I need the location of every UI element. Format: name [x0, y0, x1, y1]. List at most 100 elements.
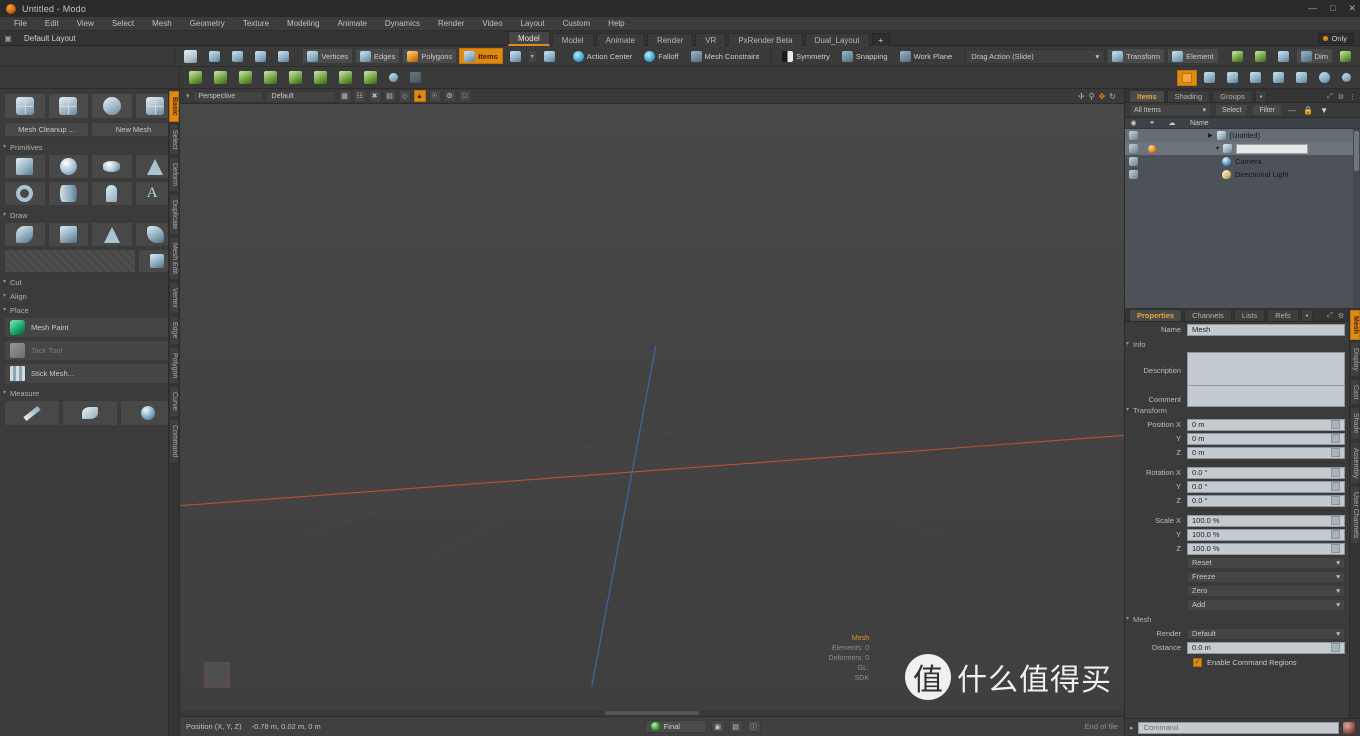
- primitive-cylinder-button[interactable]: [48, 181, 90, 206]
- select-button[interactable]: Select: [1215, 104, 1248, 116]
- action-center-button[interactable]: Action Center: [568, 48, 637, 64]
- pvtab-shade[interactable]: Shade: [1350, 407, 1360, 439]
- symmetry-button[interactable]: Symmetry: [777, 48, 835, 64]
- mesh-op-1-icon[interactable]: [184, 70, 207, 86]
- menu-animate[interactable]: Animate: [329, 17, 376, 31]
- vtab-duplicate[interactable]: Duplicate: [169, 194, 179, 235]
- camera-icon[interactable]: ⚙: [444, 90, 456, 102]
- close-icon[interactable]: ✕: [1348, 4, 1356, 13]
- tab-model-2[interactable]: Model: [552, 33, 594, 46]
- primitive-sphere-button[interactable]: [48, 154, 90, 179]
- shading-dropdown[interactable]: Default: [266, 91, 336, 102]
- mode-dropdown-arrow-icon[interactable]: ▾: [528, 50, 537, 63]
- mesh-op-3-icon[interactable]: [234, 70, 257, 86]
- tab-render[interactable]: Render: [647, 33, 693, 46]
- enable-command-regions-checkbox[interactable]: ✓: [1193, 658, 1202, 667]
- mesh-op-8-icon[interactable]: [359, 70, 382, 86]
- highlight-icon[interactable]: ▲: [414, 90, 426, 102]
- vtab-command[interactable]: Command: [169, 419, 179, 463]
- view-mode-icon[interactable]: [1177, 70, 1197, 86]
- select-edge-icon[interactable]: [227, 48, 248, 64]
- section-draw-header[interactable]: Draw: [4, 208, 176, 222]
- menu-geometry[interactable]: Geometry: [181, 17, 234, 31]
- online-status-badge[interactable]: Only: [1318, 33, 1354, 44]
- move-icon[interactable]: [1199, 70, 1220, 86]
- tab-channels[interactable]: Channels: [1184, 309, 1232, 321]
- lasso-icon[interactable]: [1291, 70, 1312, 86]
- mesh-op-2-icon[interactable]: [209, 70, 232, 86]
- clip-icon[interactable]: ◇: [399, 90, 411, 102]
- wireframe-icon[interactable]: ☷: [354, 90, 366, 102]
- command-icon[interactable]: [1343, 722, 1355, 734]
- vtab-mesh-edit[interactable]: Mesh Edit: [169, 237, 179, 280]
- primitive-capsule-button[interactable]: [91, 181, 133, 206]
- mesh-constraint-button[interactable]: Mesh Constraint: [686, 48, 765, 64]
- row-name-cell[interactable]: Directional Light: [1182, 170, 1289, 179]
- lock-icon[interactable]: 🔒: [1302, 106, 1314, 115]
- sculpt-icon[interactable]: [91, 93, 133, 119]
- rotation-z-input[interactable]: 0.0 °: [1187, 495, 1345, 507]
- pan-icon[interactable]: ✥: [1099, 92, 1106, 101]
- preview-icon[interactable]: ▤: [729, 720, 743, 733]
- channel-button[interactable]: [1331, 643, 1340, 652]
- transform-section-header[interactable]: Transform: [1125, 403, 1349, 417]
- draw-sketch-button[interactable]: [91, 222, 133, 247]
- new-mesh-button[interactable]: New Mesh: [91, 122, 176, 137]
- render-icon[interactable]: □: [459, 90, 471, 102]
- row-visibility-toggle[interactable]: [1125, 170, 1142, 179]
- pvtab-cast[interactable]: Cast: [1350, 379, 1360, 405]
- mesh-op-5-icon[interactable]: [284, 70, 307, 86]
- texture-preview[interactable]: [4, 249, 136, 273]
- mesh-op-7-icon[interactable]: [334, 70, 357, 86]
- item-list-scrollbar[interactable]: [1353, 129, 1360, 308]
- pvtab-user-channels[interactable]: User Channels: [1350, 486, 1360, 544]
- menu-icon[interactable]: ⋮: [1349, 93, 1356, 101]
- mask-icon[interactable]: ▣: [711, 720, 725, 733]
- light-icon[interactable]: ☉: [429, 90, 441, 102]
- distance-input[interactable]: 0.0 m: [1187, 642, 1345, 654]
- tab-model[interactable]: Model: [508, 31, 550, 46]
- render-mode-dropdown[interactable]: Final: [645, 720, 707, 733]
- select-item-icon[interactable]: [273, 48, 294, 64]
- tab-animate[interactable]: Animate: [596, 33, 645, 46]
- work-plane-button[interactable]: Work Plane: [895, 48, 958, 64]
- pivot-icon[interactable]: [1337, 70, 1356, 86]
- tool-stick-mesh[interactable]: Stick Mesh...: [4, 363, 176, 384]
- tab-pxrender-beta[interactable]: PxRender Beta: [728, 33, 802, 46]
- center-icon[interactable]: [1314, 70, 1335, 86]
- row-visibility-toggle[interactable]: [1125, 144, 1142, 153]
- tab-shading[interactable]: Shading: [1167, 90, 1211, 102]
- expand-arrow-icon[interactable]: ▶: [1208, 132, 1213, 139]
- pvtab-assembly[interactable]: Assembly: [1350, 442, 1360, 484]
- transform-add-dropdown[interactable]: Add▾: [1187, 599, 1345, 611]
- table-row[interactable]: Directional Light: [1125, 168, 1360, 181]
- channel-button[interactable]: [1331, 496, 1340, 505]
- vtab-deform[interactable]: Deform: [169, 157, 179, 192]
- transform-icon[interactable]: [179, 48, 202, 64]
- menu-view[interactable]: View: [68, 17, 103, 31]
- menu-edit[interactable]: Edit: [36, 17, 68, 31]
- tab-refs[interactable]: Refs: [1267, 309, 1298, 321]
- scale-z-input[interactable]: 100.0 %: [1187, 543, 1345, 555]
- position-x-input[interactable]: 0 m: [1187, 419, 1345, 431]
- drag-action-dropdown[interactable]: Drag Action (Slide) ▾: [965, 49, 1105, 64]
- channel-button[interactable]: [1331, 448, 1340, 457]
- gear-icon[interactable]: ⚙: [1338, 312, 1344, 320]
- viewport-menu-icon[interactable]: ▾: [186, 92, 190, 100]
- dim-button[interactable]: Dim: [1296, 48, 1333, 64]
- layout-icon[interactable]: ▣: [0, 34, 16, 43]
- menu-select[interactable]: Select: [103, 17, 143, 31]
- mode-edges-button[interactable]: Edges: [355, 48, 400, 64]
- mode-vertices-button[interactable]: Vertices: [302, 48, 353, 64]
- gear-icon[interactable]: ⚙: [1338, 93, 1344, 101]
- command-input[interactable]: Command: [1138, 722, 1339, 734]
- zoom-icon[interactable]: ⚲: [1089, 92, 1095, 101]
- primitive-ellipsoid-button[interactable]: [91, 154, 133, 179]
- transform-zero-dropdown[interactable]: Zero▾: [1187, 585, 1345, 597]
- item-scope-dropdown[interactable]: All Items ▾: [1129, 104, 1211, 116]
- viewport-grid-icon[interactable]: [1335, 48, 1356, 64]
- tab-items[interactable]: Items: [1129, 90, 1165, 102]
- collapse-arrow-icon[interactable]: ▾: [1216, 145, 1219, 152]
- primitive-axis-icon[interactable]: [4, 93, 46, 119]
- name-input[interactable]: Mesh: [1187, 324, 1345, 336]
